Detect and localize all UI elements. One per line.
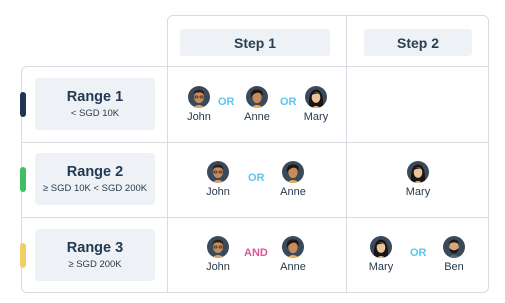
person-name: Ben bbox=[444, 261, 464, 273]
range2-title: Range 2 bbox=[66, 164, 124, 180]
person-name: Anne bbox=[244, 111, 270, 123]
range1-step2-cell bbox=[346, 66, 489, 143]
range1-subtitle: < SGD 10K bbox=[70, 108, 120, 119]
person-name: John bbox=[187, 111, 211, 123]
john-avatar-icon bbox=[207, 236, 229, 258]
operator-or: OR bbox=[218, 96, 235, 108]
mary-avatar-icon bbox=[370, 236, 392, 258]
range2-subtitle: ≥ SGD 10K < SGD 200K bbox=[42, 183, 148, 194]
range3-box: Range 3 ≥ SGD 200K bbox=[35, 229, 155, 281]
operator-or: OR bbox=[248, 172, 265, 184]
person-name: John bbox=[206, 186, 230, 198]
range1-color-bar bbox=[20, 92, 26, 117]
anne-avatar-icon bbox=[282, 236, 304, 258]
person-name: Mary bbox=[405, 186, 431, 198]
person-mary: Mary bbox=[294, 86, 338, 123]
person-name: John bbox=[206, 261, 230, 273]
person-anne: Anne bbox=[271, 236, 315, 273]
person-john: John bbox=[196, 161, 240, 198]
person-ben: Ben bbox=[432, 236, 476, 273]
range3-color-bar bbox=[20, 243, 26, 268]
person-name: Anne bbox=[280, 186, 306, 198]
range1-title: Range 1 bbox=[66, 89, 124, 105]
step1-header: Step 1 bbox=[180, 29, 330, 56]
anne-avatar-icon bbox=[282, 161, 304, 183]
person-mary: Mary bbox=[396, 161, 440, 198]
person-anne: Anne bbox=[271, 161, 315, 198]
john-avatar-icon bbox=[207, 161, 229, 183]
person-john: John bbox=[177, 86, 221, 123]
person-name: Mary bbox=[303, 111, 329, 123]
mary-avatar-icon bbox=[305, 86, 327, 108]
person-name: Mary bbox=[368, 261, 394, 273]
anne-avatar-icon bbox=[246, 86, 268, 108]
range1-box: Range 1 < SGD 10K bbox=[35, 78, 155, 130]
operator-or: OR bbox=[410, 247, 427, 259]
range3-title: Range 3 bbox=[66, 240, 124, 256]
john-avatar-icon bbox=[188, 86, 210, 108]
person-john: John bbox=[196, 236, 240, 273]
person-anne: Anne bbox=[235, 86, 279, 123]
range2-box: Range 2 ≥ SGD 10K < SGD 200K bbox=[35, 153, 155, 205]
person-mary: Mary bbox=[359, 236, 403, 273]
ben-avatar-icon bbox=[443, 236, 465, 258]
operator-and: AND bbox=[244, 247, 268, 259]
step2-header: Step 2 bbox=[364, 29, 472, 56]
person-name: Anne bbox=[280, 261, 306, 273]
range2-color-bar bbox=[20, 167, 26, 192]
range3-subtitle: ≥ SGD 200K bbox=[68, 259, 122, 270]
mary-avatar-icon bbox=[407, 161, 429, 183]
